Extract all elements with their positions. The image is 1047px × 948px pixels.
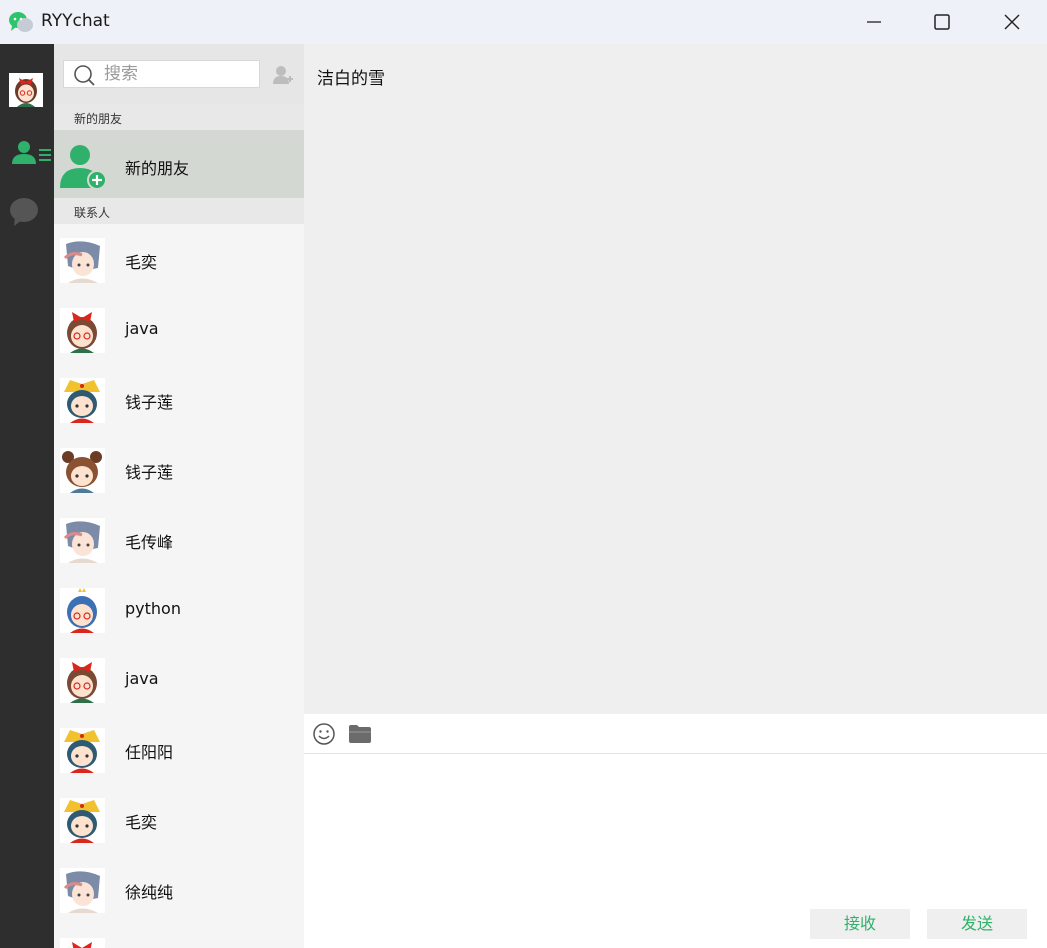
chats-nav-button[interactable] bbox=[8, 196, 40, 228]
search-box[interactable] bbox=[63, 60, 260, 88]
chat-area: 洁白的雪 接收 发送 bbox=[304, 44, 1047, 948]
compose-toolbar bbox=[304, 714, 1047, 754]
contact-name: 钱子莲 bbox=[125, 393, 174, 412]
contact-list: 毛奕 java 钱子莲 钱子莲 毛传峰 python java 任阳阳 毛奕 徐… bbox=[54, 224, 304, 948]
contact-name: 任阳阳 bbox=[125, 743, 174, 762]
contacts-nav-button[interactable] bbox=[10, 140, 52, 166]
avatar bbox=[60, 868, 105, 913]
chat-bubble-icon bbox=[10, 198, 38, 226]
add-friend-icon bbox=[60, 145, 107, 190]
contact-name: 毛传峰 bbox=[125, 533, 174, 552]
new-friends-entry[interactable]: 新的朋友 bbox=[54, 130, 304, 198]
contact-panel: 新的朋友 新的朋友 联系人 毛奕 java 钱子莲 bbox=[54, 44, 304, 948]
avatar bbox=[60, 658, 105, 703]
contact-row[interactable]: 毛传峰 bbox=[54, 504, 304, 574]
avatar bbox=[60, 588, 105, 633]
user-avatar[interactable] bbox=[9, 73, 43, 107]
wechat-logo-icon bbox=[8, 10, 34, 34]
contact-name: 毛奕 bbox=[125, 253, 158, 272]
nav-rail bbox=[0, 44, 54, 948]
send-button[interactable]: 发送 bbox=[927, 909, 1027, 939]
avatar bbox=[60, 728, 105, 773]
avatar bbox=[60, 518, 105, 563]
contacts-icon bbox=[12, 141, 51, 164]
contact-row[interactable]: java bbox=[54, 294, 304, 364]
contact-row[interactable]: 毛奕 bbox=[54, 224, 304, 294]
contact-name: java bbox=[125, 319, 159, 338]
folder-icon[interactable] bbox=[348, 724, 372, 744]
maximize-icon bbox=[934, 14, 950, 30]
message-area: 洁白的雪 bbox=[304, 44, 1047, 714]
contact-name: java bbox=[125, 669, 159, 688]
add-friend-icon[interactable] bbox=[272, 64, 294, 86]
contact-name: 毛奕 bbox=[125, 813, 158, 832]
contact-name: python bbox=[125, 599, 181, 618]
contact-row[interactable]: 任阳阳 bbox=[54, 714, 304, 784]
search-icon bbox=[74, 65, 95, 86]
contact-row[interactable]: 毛奕 bbox=[54, 784, 304, 854]
avatar bbox=[60, 448, 105, 493]
maximize-button[interactable] bbox=[906, 0, 978, 44]
close-button[interactable] bbox=[976, 0, 1047, 44]
contact-row[interactable]: java bbox=[54, 644, 304, 714]
avatar bbox=[60, 308, 105, 353]
receive-button[interactable]: 接收 bbox=[810, 909, 910, 939]
contact-row[interactable]: 徐纯纯 bbox=[54, 854, 304, 924]
new-friends-label: 新的朋友 bbox=[125, 159, 190, 178]
chat-title: 洁白的雪 bbox=[317, 69, 385, 89]
avatar bbox=[60, 938, 105, 948]
section-header-new-friends: 新的朋友 bbox=[54, 104, 304, 130]
close-icon bbox=[1004, 14, 1020, 30]
search-input[interactable] bbox=[104, 62, 254, 86]
avatar bbox=[60, 238, 105, 283]
minimize-button[interactable] bbox=[838, 0, 910, 44]
contact-row[interactable]: 钱子莲 bbox=[54, 364, 304, 434]
section-header-contacts: 联系人 bbox=[54, 198, 304, 224]
contact-row[interactable]: 钱子莲 bbox=[54, 434, 304, 504]
search-area bbox=[54, 44, 304, 104]
avatar bbox=[60, 798, 105, 843]
contact-row[interactable] bbox=[54, 924, 304, 948]
contact-name: 钱子莲 bbox=[125, 463, 174, 482]
avatar bbox=[60, 378, 105, 423]
minimize-icon bbox=[867, 21, 881, 23]
contact-row[interactable]: python bbox=[54, 574, 304, 644]
emoji-icon[interactable] bbox=[312, 722, 336, 746]
contact-name: 徐纯纯 bbox=[125, 883, 174, 902]
title-bar: RYYchat bbox=[0, 0, 1047, 44]
app-title: RYYchat bbox=[41, 11, 110, 31]
